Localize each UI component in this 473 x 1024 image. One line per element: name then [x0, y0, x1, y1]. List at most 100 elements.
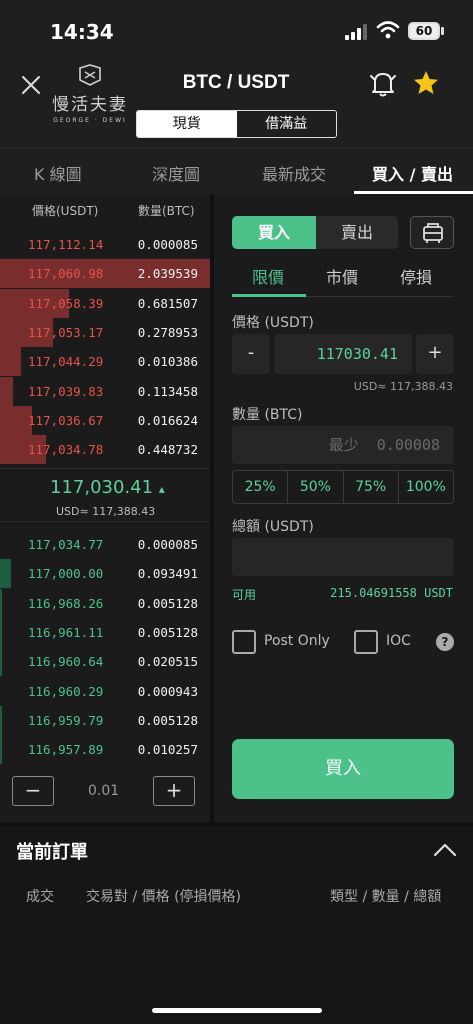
favorite-star-icon[interactable] — [413, 70, 439, 96]
price-plus-button[interactable]: + — [416, 334, 454, 374]
bid-row[interactable]: 116,961.11 0.005128 — [0, 617, 210, 647]
close-icon[interactable] — [20, 74, 42, 96]
tab-depth[interactable]: 深度圖 — [152, 161, 200, 185]
total-input[interactable] — [232, 538, 454, 576]
tab-buy-sell[interactable]: 買入 / 賣出 — [372, 161, 453, 185]
header: 慢活夫妻 GEORGE · DEWI BTC / USDT 現貨 借滿益 — [0, 60, 473, 148]
bell-icon[interactable] — [370, 70, 396, 98]
order-type-stop[interactable]: 停損 — [400, 264, 432, 288]
qty-label: 數量 (BTC) — [232, 407, 303, 423]
total-label: 總額 (USDT) — [232, 519, 314, 535]
col-qty: 數量(BTC) — [138, 204, 195, 218]
percent-75-button[interactable]: 75% — [344, 471, 399, 503]
col-type-qty-total: 類型 / 數量 / 總額 — [330, 889, 442, 905]
order-type-indicator — [232, 294, 306, 297]
ask-price: 117,058.39 — [28, 295, 104, 311]
ask-row[interactable]: 117,058.39 0.681507 — [0, 288, 210, 318]
ask-row[interactable]: 117,039.83 0.113458 — [0, 376, 210, 406]
ask-row[interactable]: 117,060.98 2.039539 — [0, 259, 210, 289]
bid-price: 116,959.79 — [28, 712, 104, 728]
order-type-market[interactable]: 市價 — [326, 264, 358, 288]
pair-title[interactable]: BTC / USDT — [160, 72, 312, 94]
submit-buy-button[interactable]: 買入 — [232, 739, 454, 799]
market-segment: 現貨 借滿益 — [136, 110, 337, 138]
bid-depth-bar — [0, 735, 3, 765]
ask-qty: 0.010386 — [137, 354, 198, 370]
brand-logo: 慢活夫妻 GEORGE · DEWI — [46, 64, 134, 142]
ask-price: 117,044.29 — [28, 354, 104, 370]
segment-spot[interactable]: 現貨 — [137, 111, 237, 137]
bid-row[interactable]: 116,968.26 0.005128 — [0, 588, 210, 618]
ask-qty: 0.000085 — [137, 237, 198, 252]
bid-depth-bar — [0, 588, 3, 618]
order-book: 價格(USDT) 數量(BTC) 117,112.14 0.000085 117,0… — [0, 194, 210, 822]
post-only-box[interactable] — [232, 630, 256, 654]
ask-row[interactable]: 117,053.17 0.278953 — [0, 317, 210, 347]
price-usd-equivalent: USD≈ 117,388.43 — [353, 380, 453, 393]
ask-qty: 0.113458 — [137, 383, 198, 399]
ioc-box[interactable] — [354, 630, 378, 654]
tab-trades[interactable]: 最新成交 — [262, 161, 326, 185]
col-fill: 成交 — [26, 889, 54, 905]
percent-100-button[interactable]: 100% — [399, 471, 453, 503]
post-only-checkbox[interactable]: Post Only — [232, 630, 342, 656]
buy-toggle[interactable]: 買入 — [232, 216, 316, 249]
bid-row[interactable]: 117,034.77 0.000085 — [0, 530, 210, 559]
last-price-value: 117,030.41 — [50, 477, 154, 498]
bid-qty: 0.010257 — [137, 742, 198, 758]
ask-price: 117,060.98 — [28, 266, 104, 282]
qty-field — [232, 426, 454, 464]
price-input[interactable]: 117030.41 — [274, 334, 412, 374]
ioc-label: IOC — [386, 633, 411, 649]
bid-row[interactable]: 117,000.00 0.093491 — [0, 559, 210, 589]
view-tabs: K 線圖 深度圖 最新成交 買入 / 賣出 — [0, 148, 473, 194]
bid-row[interactable]: 116,959.79 0.005128 — [0, 705, 210, 735]
bid-price: 116,961.11 — [28, 624, 104, 640]
order-type-tabs: 限價 市價 停損 — [232, 260, 454, 300]
ask-price: 117,039.83 — [28, 383, 104, 399]
sell-toggle[interactable]: 賣出 — [316, 216, 398, 249]
bid-depth-bar — [0, 559, 11, 589]
price-stepper: - 117030.41 + — [232, 334, 454, 374]
settings-button[interactable] — [410, 216, 454, 249]
status-time: 14:34 — [50, 20, 114, 44]
logo-mark-icon — [79, 64, 101, 86]
battery-tip — [441, 27, 444, 35]
post-only-label: Post Only — [264, 633, 330, 649]
qty-input[interactable] — [232, 426, 454, 464]
ask-depth-bar — [0, 347, 21, 377]
tab-kline[interactable]: K 線圖 — [34, 161, 82, 185]
ask-row[interactable]: 117,112.14 0.000085 — [0, 230, 210, 259]
ask-row[interactable]: 117,036.67 0.016624 — [0, 405, 210, 435]
percent-25-button[interactable]: 25% — [233, 471, 289, 503]
precision-plus-button[interactable]: + — [153, 776, 195, 806]
segment-margin[interactable]: 借滿益 — [236, 111, 336, 137]
ask-qty: 0.681507 — [137, 295, 198, 311]
ask-price: 117,053.17 — [28, 324, 104, 340]
ask-qty: 0.448732 — [137, 442, 198, 458]
wifi-icon — [376, 21, 400, 39]
bid-qty: 0.005128 — [137, 595, 198, 611]
available-label: 可用 — [232, 588, 257, 602]
bid-qty: 0.005128 — [137, 712, 198, 728]
ask-row[interactable]: 117,044.29 0.010386 — [0, 347, 210, 377]
order-form: 買入 賣出 限價 市價 停損 價格 (USDT) - 117030.41 + U… — [214, 194, 473, 822]
signal-icon — [345, 24, 367, 40]
precision-minus-button[interactable]: − — [12, 776, 54, 806]
ask-depth-bar — [0, 405, 32, 435]
chevron-up-icon[interactable] — [432, 840, 458, 860]
last-price-panel: 117,030.41 ▴ USD≈ 117,388.43 — [0, 468, 210, 522]
percent-50-button[interactable]: 50% — [288, 471, 344, 503]
bid-row[interactable]: 116,957.89 0.010257 — [0, 735, 210, 765]
ask-qty: 2.039539 — [137, 266, 198, 282]
ask-row[interactable]: 117,034.78 0.448732 — [0, 435, 210, 465]
help-icon[interactable]: ? — [436, 633, 454, 651]
bid-row[interactable]: 116,960.64 0.020515 — [0, 647, 210, 677]
price-minus-button[interactable]: - — [232, 334, 270, 374]
ioc-checkbox[interactable]: IOC — [354, 630, 424, 656]
order-type-limit[interactable]: 限價 — [252, 264, 284, 288]
bid-price: 117,000.00 — [28, 566, 104, 582]
bid-row[interactable]: 116,960.29 0.000943 — [0, 677, 210, 706]
precision-stepper: − 0.01 + — [0, 770, 210, 818]
logo-subtext: GEORGE · DEWI — [53, 117, 127, 124]
